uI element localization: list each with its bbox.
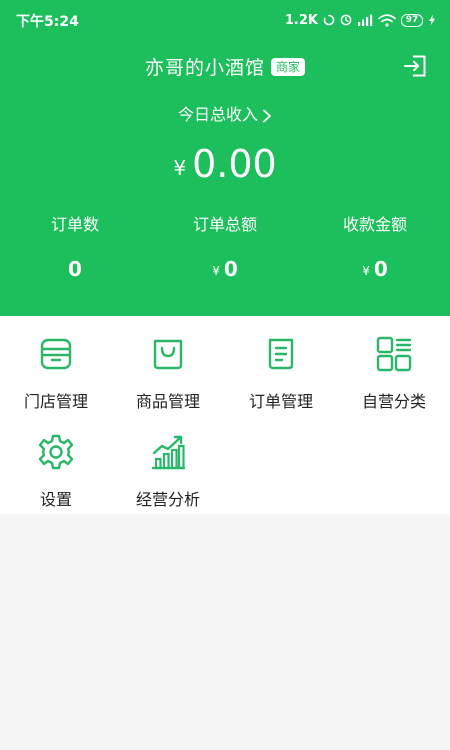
menu-item-store-management[interactable]: 门店管理	[0, 324, 112, 414]
stat-number: 0	[68, 257, 82, 281]
stat-label: 订单数	[50, 215, 99, 234]
status-indicators: 1.2K 97	[285, 10, 436, 30]
order-document-icon	[268, 338, 294, 370]
today-income-link[interactable]: 今日总收入	[0, 101, 450, 125]
currency-symbol: ¥	[173, 156, 187, 180]
chevron-right-icon	[263, 109, 271, 122]
shop-title-row: 亦哥的小酒馆 商家	[0, 52, 450, 80]
status-bar: 下午5:24 1.2K 97	[0, 0, 450, 40]
total-income-value: 0.00	[192, 142, 277, 186]
stats-row: 订单数 0 订单总额 ¥0 收款金额 ¥0	[0, 212, 450, 282]
stat-order-count: 订单数 0	[0, 212, 150, 282]
shopping-bag-icon	[153, 339, 183, 370]
alarm-clock-icon	[340, 14, 352, 26]
menu-item-self-category[interactable]: 自营分类	[338, 324, 450, 414]
function-menu: 门店管理 商品管理 订单管理 自营分类 设置 经营分析	[0, 316, 450, 514]
stat-value: ¥0	[150, 256, 300, 282]
header: 下午5:24 1.2K 97 亦哥的小酒馆 商家 今日总收入 ¥0.00 订单数…	[0, 0, 450, 316]
menu-item-label: 门店管理	[23, 392, 88, 411]
menu-item-label: 订单管理	[248, 392, 313, 411]
menu-item-label: 商品管理	[135, 392, 200, 411]
gear-icon	[38, 434, 74, 470]
menu-item-settings[interactable]: 设置	[0, 422, 112, 512]
menu-item-label: 经营分析	[135, 490, 200, 509]
shop-name: 亦哥的小酒馆	[144, 56, 265, 79]
signal-icon	[358, 14, 373, 26]
menu-item-product-management[interactable]: 商品管理	[112, 324, 224, 414]
merchant-badge: 商家	[271, 58, 306, 76]
currency-symbol: ¥	[362, 264, 370, 278]
menu-item-order-management[interactable]: 订单管理	[225, 324, 337, 414]
logout-icon[interactable]	[402, 53, 428, 79]
stat-order-total: 订单总额 ¥0	[150, 212, 300, 282]
stat-value: ¥0	[300, 256, 450, 282]
currency-symbol: ¥	[212, 264, 220, 278]
stat-label: 收款金额	[342, 215, 407, 234]
wifi-icon	[378, 13, 396, 27]
store-icon	[40, 338, 72, 370]
menu-item-label: 设置	[39, 490, 72, 509]
today-income-label: 今日总收入	[177, 105, 258, 124]
battery-indicator: 97	[401, 13, 423, 27]
stat-number: 0	[223, 257, 238, 281]
stat-value: 0	[0, 256, 150, 282]
network-speed: 1.2K	[284, 12, 318, 28]
status-time: 下午5:24	[16, 14, 79, 30]
stat-label: 订单总额	[192, 215, 257, 234]
menu-item-label: 自营分类	[361, 392, 426, 411]
category-grid-icon	[376, 336, 412, 372]
menu-item-business-analysis[interactable]: 经营分析	[112, 422, 224, 512]
sync-icon	[323, 14, 335, 26]
stat-received-amount: 收款金额 ¥0	[300, 212, 450, 282]
charging-icon	[429, 14, 435, 26]
growth-chart-icon	[151, 435, 186, 470]
total-income: ¥0.00	[0, 142, 450, 186]
stat-number: 0	[373, 257, 388, 281]
